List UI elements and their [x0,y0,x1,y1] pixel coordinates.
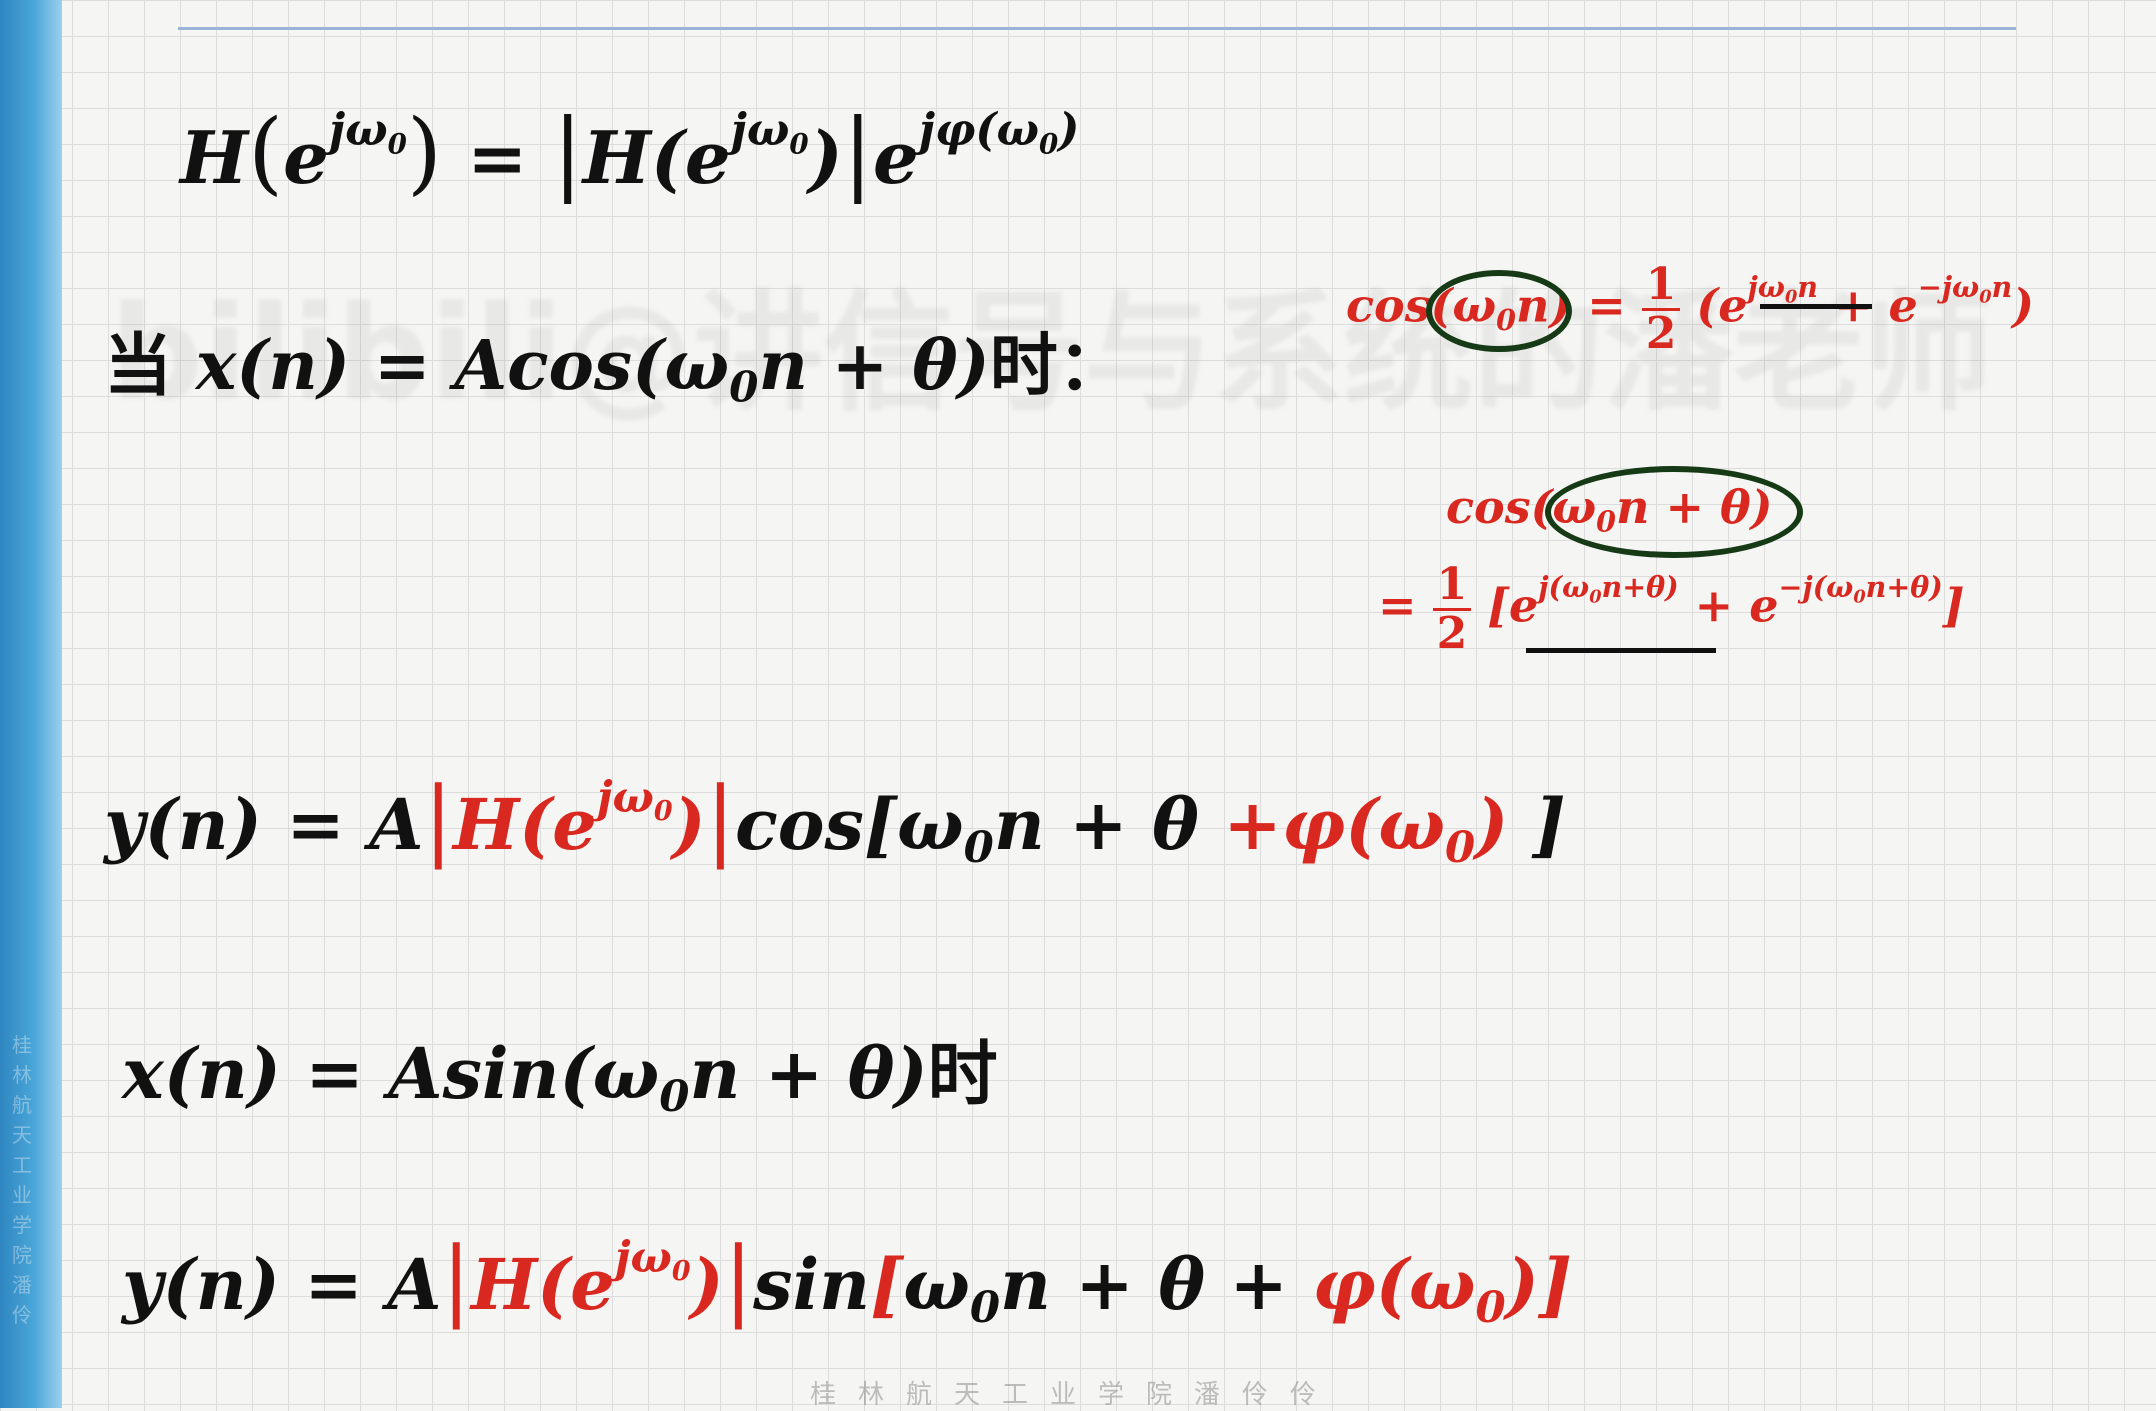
formula-output-sine: y(n) = A|H(ejω0)|sin[ω0n + θ + φ(ω0)] [122,1228,1572,1334]
footer-credit: 桂林航天工业学院潘伶伶 [810,1380,1339,1410]
condition-then-label: 时： [989,327,1126,406]
underline-1 [1760,304,1872,309]
fraction-denominator-2: 2 [1436,608,1468,660]
fraction-denominator: 2 [1645,308,1677,360]
condition-when-label: 当 [104,327,173,406]
sidebar-decoration: 桂林航天工业学院潘伶 [0,0,62,1408]
sidebar-vertical-text: 桂林航天工业学院潘伶 [12,1033,32,1327]
formula-input-cosine: 当 x(n) = Acos(ω0n + θ)时： [104,326,1126,412]
formula-output-cosine: y(n) = A|H(ejω0)|cos[ω0n + θ +φ(ω0) ] [104,768,1566,874]
fraction-numerator: 1 [1641,261,1681,312]
underline-2 [1526,648,1716,653]
top-rule [178,27,2016,30]
highlight-oval-1 [1426,270,1572,352]
note-euler-cos-shift-rhs: = 12 [ej(ω0n+θ) + e−j(ω0n+θ)] [1378,559,1965,660]
fraction-numerator-2: 1 [1432,561,1472,612]
condition-then-label-2: 时 [927,1033,998,1115]
formula-frequency-response: H(ejω0) = |H(ejω0)|ejφ(ω0) [180,100,1080,205]
formula-input-sine: x(n) = Asin(ω0n + θ)时 [122,1032,998,1123]
highlight-oval-2 [1545,466,1803,558]
